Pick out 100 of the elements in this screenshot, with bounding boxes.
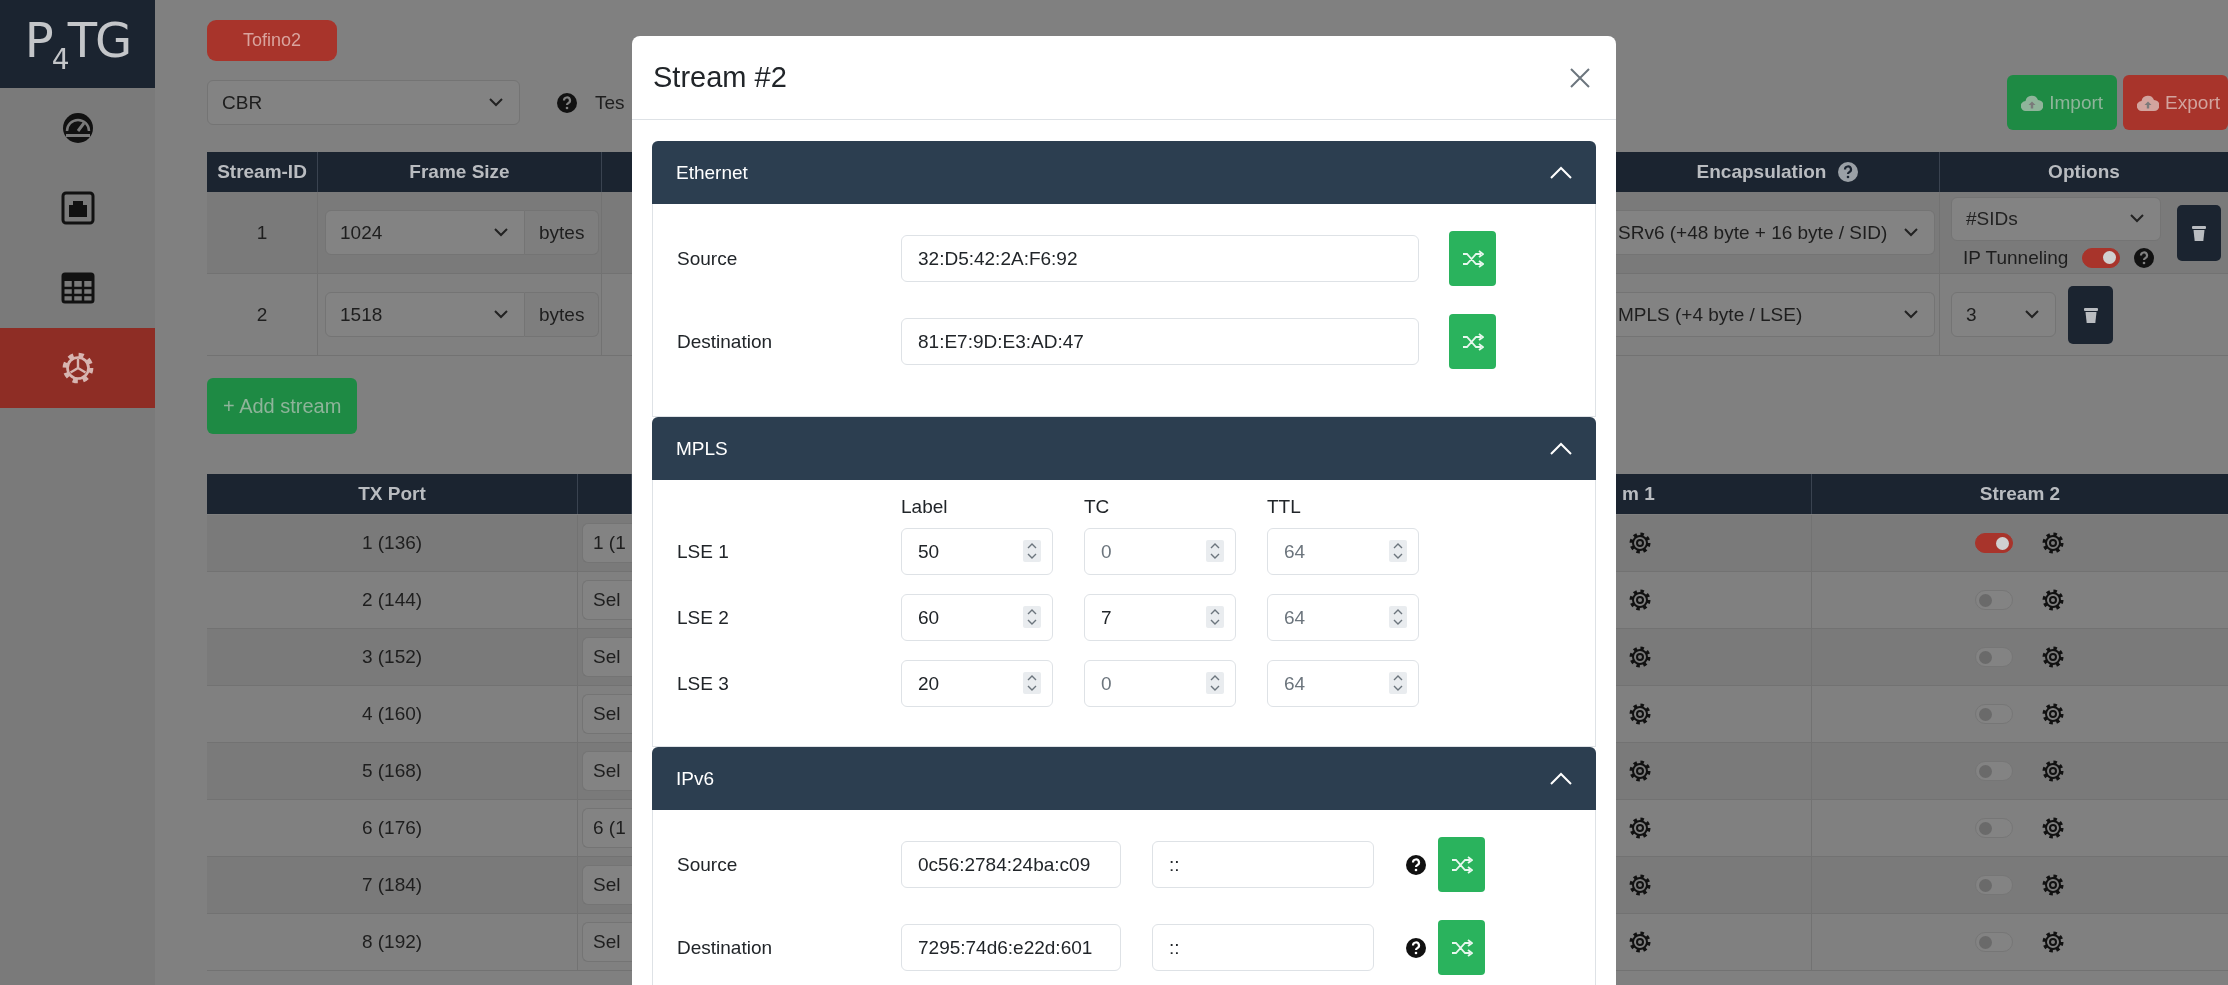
app-logo: P$_{4}$TG — [24, 12, 131, 76]
sidebar-item[interactable] — [0, 328, 155, 408]
spinner-icon — [1206, 540, 1224, 562]
column-header: Stream 2 — [1812, 474, 2228, 514]
sids-select[interactable]: #SIDs — [1951, 196, 2161, 241]
frame-size-select[interactable]: 1024 — [325, 210, 525, 255]
port-select[interactable]: Sel — [582, 580, 632, 620]
field-label: Source — [677, 247, 739, 270]
mode-select[interactable]: CBR — [207, 80, 520, 125]
shuffle-icon — [1461, 332, 1484, 351]
spinner-icon — [1023, 606, 1041, 628]
section-header[interactable]: Ethernet — [652, 141, 1596, 204]
port-select[interactable]: Sel — [582, 637, 632, 677]
toggle-switch[interactable] — [1975, 932, 2013, 952]
field-label: LSE 3 — [677, 672, 730, 695]
export-button[interactable]: Export — [2123, 75, 2228, 130]
gear-icon — [1628, 759, 1652, 783]
input-field[interactable]: :: — [1152, 924, 1374, 971]
input-field[interactable]: 0c56:2784:24ba:c09 — [901, 841, 1121, 888]
trash-icon — [2083, 306, 2098, 323]
chevron-icon[interactable] — [1550, 772, 1572, 785]
number-field[interactable]: 7 — [1084, 594, 1236, 641]
field-label: Destination — [677, 936, 774, 959]
field-label: LSE 2 — [677, 606, 730, 629]
port-select[interactable]: 1 (1 — [582, 523, 632, 563]
toggle-switch[interactable] — [1975, 533, 2013, 553]
frame-size-select[interactable]: 1518 — [325, 292, 525, 337]
gear-icon — [2041, 702, 2065, 726]
gear-icon — [1628, 588, 1652, 612]
port-select[interactable]: Sel — [582, 751, 632, 791]
gear-icon — [1628, 531, 1652, 555]
toggle-switch[interactable] — [1975, 647, 2013, 667]
delete-button[interactable] — [2068, 285, 2113, 344]
encapsulation-select[interactable]: SRv6 (+48 byte + 16 byte / SID) — [1616, 210, 1935, 255]
gear-icon — [1628, 930, 1652, 954]
gear-icon — [1628, 873, 1652, 897]
chevron-icon[interactable] — [1550, 442, 1572, 455]
label: IP Tunneling — [1963, 246, 2069, 269]
port-select[interactable]: Sel — [582, 694, 632, 734]
port-select[interactable]: 6 (1 — [582, 808, 632, 848]
dialog-title: Stream #2 — [653, 61, 787, 94]
number-field[interactable]: 64 — [1267, 594, 1419, 641]
unit-label: bytes — [525, 292, 600, 337]
table-cell: 2 — [207, 274, 318, 356]
gauge-icon — [60, 111, 95, 145]
port-select[interactable]: Sel — [582, 922, 632, 962]
toggle-switch[interactable] — [1975, 875, 2013, 895]
toggle-switch[interactable] — [1975, 590, 2013, 610]
randomize-button[interactable] — [1438, 837, 1485, 892]
port-select[interactable]: Sel — [582, 865, 632, 905]
number-field[interactable]: 64 — [1267, 528, 1419, 575]
help-icon — [1838, 162, 1859, 182]
table-icon — [60, 272, 95, 304]
table-cell: 1 (136) — [207, 515, 578, 572]
lse-count-select[interactable]: 3 — [1951, 292, 2056, 337]
field-label: Source — [677, 853, 739, 876]
column-header: Encapsulation — [1696, 161, 1827, 183]
input-field[interactable]: 7295:74d6:e22d:601 — [901, 924, 1121, 971]
ethernet-port-icon — [60, 191, 95, 225]
input-field[interactable]: 32:D5:42:2A:F6:92 — [901, 235, 1419, 282]
input-field[interactable]: 81:E7:9D:E3:AD:47 — [901, 318, 1419, 365]
column-label: Label — [901, 496, 948, 517]
spinner-icon — [1389, 540, 1407, 562]
cloud-upload-icon — [2137, 94, 2160, 111]
gear-icon — [2041, 588, 2065, 612]
gear-icon — [1628, 702, 1652, 726]
chevron-icon[interactable] — [1550, 166, 1572, 179]
number-field[interactable]: 0 — [1084, 528, 1236, 575]
randomize-button[interactable] — [1449, 314, 1496, 369]
number-field[interactable]: 60 — [901, 594, 1053, 641]
number-field[interactable]: 64 — [1267, 660, 1419, 707]
unit-label: bytes — [525, 210, 600, 255]
toggle-switch[interactable] — [2082, 247, 2121, 268]
shuffle-icon — [1461, 249, 1484, 268]
column-header: Options — [1940, 152, 2228, 192]
table-cell: 7 (184) — [207, 857, 578, 914]
toggle-switch[interactable] — [1975, 818, 2013, 838]
number-field[interactable]: 50 — [901, 528, 1053, 575]
trash-icon — [2192, 224, 2206, 241]
delete-button[interactable] — [2177, 204, 2221, 261]
toggle-switch[interactable] — [1975, 704, 2013, 724]
gear-icon — [1628, 645, 1652, 669]
help-icon — [2134, 247, 2155, 268]
field-label: LSE 1 — [677, 540, 730, 563]
help-icon — [1406, 854, 1426, 875]
number-field[interactable]: 0 — [1084, 660, 1236, 707]
column-label: TC — [1084, 496, 1110, 517]
caret-icon — [494, 310, 508, 319]
toggle-switch[interactable] — [1975, 761, 2013, 781]
gear-icon — [2041, 645, 2065, 669]
randomize-button[interactable] — [1438, 920, 1485, 975]
section-header[interactable]: MPLS — [652, 417, 1596, 480]
section-header[interactable]: IPv6 — [652, 747, 1596, 810]
input-field[interactable]: :: — [1152, 841, 1374, 888]
column-header — [578, 474, 632, 514]
encapsulation-select[interactable]: MPLS (+4 byte / LSE) — [1616, 292, 1935, 337]
randomize-button[interactable] — [1449, 231, 1496, 286]
spinner-icon — [1023, 672, 1041, 694]
number-field[interactable]: 20 — [901, 660, 1053, 707]
spinner-icon — [1023, 540, 1041, 562]
